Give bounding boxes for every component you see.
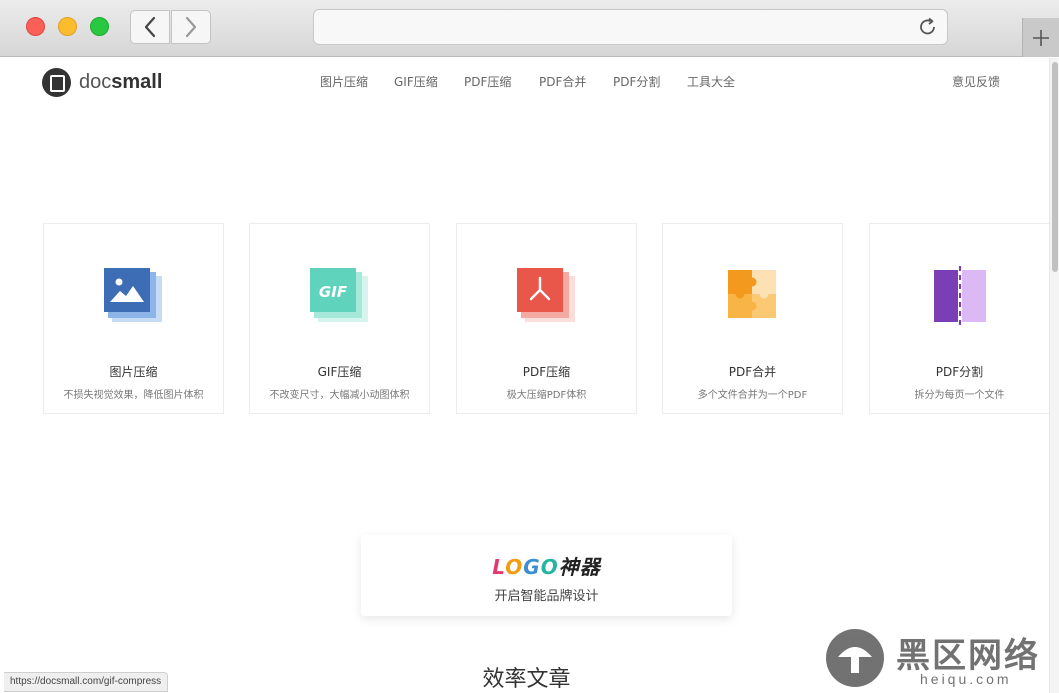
logo-shenqi-banner[interactable]: LOGO神器 开启智能品牌设计 [361, 535, 732, 616]
tool-card-pdf-compress[interactable]: PDF压缩 极大压缩PDF体积 [456, 223, 637, 414]
browser-window: docsmall 图片压缩 GIF压缩 PDF压缩 PDF合并 PDF分割 工具… [0, 0, 1059, 693]
browser-toolbar [0, 0, 1059, 57]
watermark-logo-icon [826, 629, 884, 687]
nav-item-all-tools[interactable]: 工具大全 [687, 73, 735, 90]
watermark: 黑区网络 heiqu.com [824, 628, 1049, 690]
minimize-window-button[interactable] [58, 17, 77, 36]
nav-item-pdf-merge[interactable]: PDF合并 [539, 73, 586, 90]
address-bar[interactable] [313, 9, 948, 45]
web-page: docsmall 图片压缩 GIF压缩 PDF压缩 PDF合并 PDF分割 工具… [4, 58, 1049, 693]
watermark-sub: heiqu.com [920, 671, 1012, 687]
tool-card-desc: 不损失视觉效果，降低图片体积 [63, 390, 204, 401]
tool-card-desc: 不改变尺寸，大幅减小动图体积 [269, 390, 410, 401]
nav-item-image-compress[interactable]: 图片压缩 [320, 73, 368, 90]
status-bar-url: https://docsmall.com/gif-compress [4, 672, 169, 692]
tool-card-desc: 拆分为每页一个文件 [914, 390, 1005, 401]
promo-subtitle: 开启智能品牌设计 [494, 589, 599, 604]
reload-icon[interactable] [917, 16, 939, 38]
watermark-text: 黑区网络 [896, 636, 1040, 676]
forward-button[interactable] [171, 10, 211, 44]
tool-card-title: 图片压缩 [109, 365, 158, 379]
nav-feedback-link[interactable]: 意见反馈 [952, 73, 1000, 90]
svg-text:GIF: GIF [319, 283, 348, 301]
page-scrollbar[interactable] [1049, 58, 1059, 693]
plus-icon [1033, 29, 1049, 46]
chevron-right-icon [185, 16, 197, 38]
docsmall-logo-icon [42, 67, 71, 97]
close-window-button[interactable] [26, 17, 45, 36]
promo-logo: LOGO神器 [492, 555, 601, 579]
tool-card-title: PDF合并 [728, 365, 777, 379]
pdf-compress-icon [517, 268, 575, 322]
chevron-left-icon [144, 16, 156, 38]
tool-card-title: PDF压缩 [522, 365, 571, 379]
tool-card-pdf-merge[interactable]: PDF合并 多个文件合并为一个PDF [662, 223, 843, 414]
zoom-window-button[interactable] [90, 17, 109, 36]
image-compress-icon [104, 268, 162, 322]
site-logo-text: docsmall [79, 70, 163, 93]
scrollbar-thumb[interactable] [1052, 62, 1058, 272]
new-tab-button[interactable] [1022, 18, 1059, 57]
tool-card-title: PDF分割 [935, 365, 984, 379]
nav-item-pdf-split[interactable]: PDF分割 [613, 73, 660, 90]
back-button[interactable] [130, 10, 170, 44]
tool-card-title: GIF压缩 [317, 365, 362, 379]
tool-card-desc: 多个文件合并为一个PDF [697, 390, 808, 401]
tool-card-gif-compress[interactable]: GIF GIF压缩 不改变尺寸，大幅减小动图体积 [249, 223, 430, 414]
nav-item-gif-compress[interactable]: GIF压缩 [394, 73, 438, 90]
nav-item-pdf-compress[interactable]: PDF压缩 [464, 73, 511, 90]
tool-card-pdf-split[interactable]: PDF分割 拆分为每页一个文件 [869, 223, 1049, 414]
gif-compress-icon: GIF [310, 268, 368, 322]
site-logo[interactable]: docsmall [42, 66, 162, 98]
pdf-split-icon [934, 266, 986, 326]
mushroom-icon [838, 647, 872, 673]
tool-card-image-compress[interactable]: 图片压缩 不损失视觉效果，降低图片体积 [43, 223, 224, 414]
tool-card-desc: 极大压缩PDF体积 [506, 390, 587, 401]
pdf-merge-icon [728, 270, 776, 318]
